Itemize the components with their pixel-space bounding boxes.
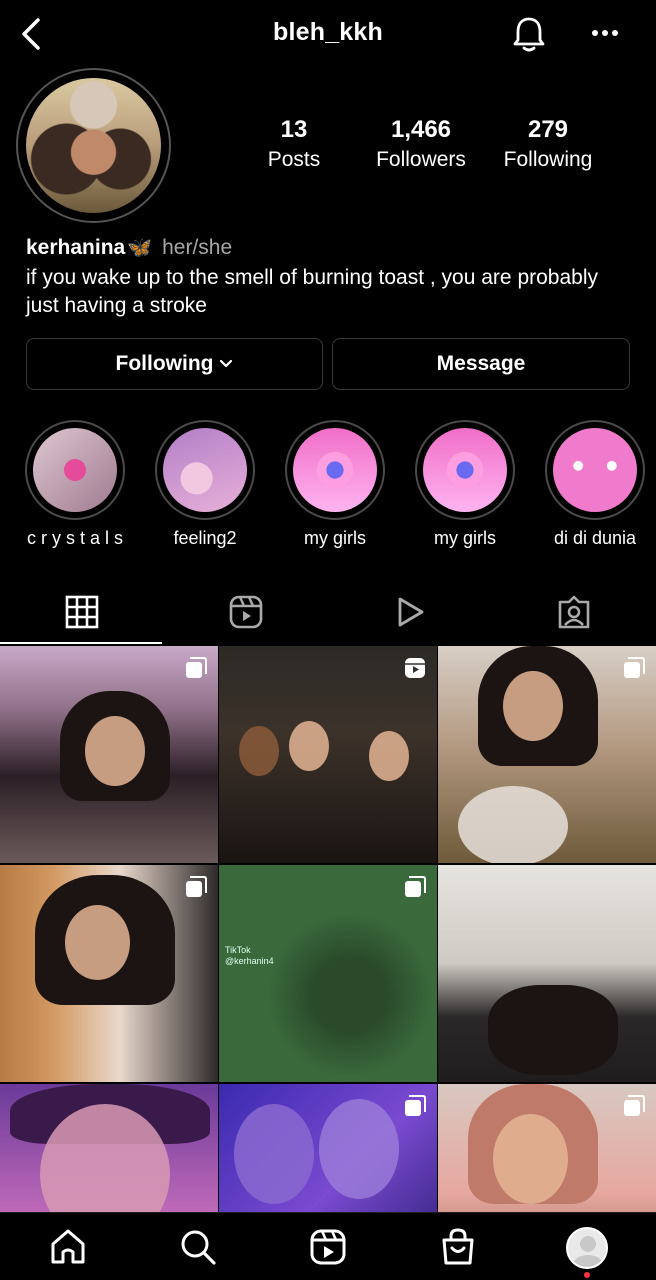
post-thumbnail[interactable] — [438, 646, 656, 863]
tab-reels[interactable] — [164, 580, 328, 644]
photo-face — [239, 726, 279, 776]
profile-avatar-ring[interactable] — [16, 68, 171, 223]
tiktok-watermark: TikTok @kerhanin4 — [225, 945, 274, 967]
followers-count: 1,466 — [390, 116, 452, 143]
reels-icon — [229, 595, 263, 629]
tiktok-handle: @kerhanin4 — [225, 956, 274, 966]
tab-posts[interactable] — [0, 580, 164, 644]
bottom-navigation — [0, 1212, 656, 1280]
tiktok-label: TikTok — [225, 945, 251, 955]
pronouns: her/she — [162, 236, 233, 259]
following-button-label: Following — [115, 352, 214, 375]
highlight-label: di di dunia — [553, 528, 637, 548]
highlight-item[interactable]: di di dunia — [540, 420, 650, 549]
highlight-label: feeling2 — [173, 528, 237, 548]
highlight-ring — [155, 420, 255, 520]
highlight-item[interactable]: my girls — [410, 420, 520, 549]
highlight-ring — [545, 420, 645, 520]
highlight-item[interactable]: c r y s t a l s — [20, 420, 130, 549]
highlight-ring — [285, 420, 385, 520]
highlight-cover — [163, 428, 247, 512]
photo-face — [234, 1104, 314, 1204]
followers-stat[interactable]: 1,466 Followers — [361, 115, 481, 175]
photo-face — [65, 905, 130, 980]
plush-toy — [458, 786, 568, 863]
posts-label: Posts — [267, 148, 321, 171]
profile-nav-tab[interactable] — [566, 1227, 608, 1269]
carousel-icon — [405, 1095, 426, 1116]
tab-tagged[interactable] — [492, 580, 656, 644]
photo-face — [319, 1099, 399, 1199]
posts-count: 13 — [280, 116, 308, 143]
butterfly-emoji: 🦋 — [127, 237, 153, 259]
profile-avatar — [26, 78, 161, 213]
profile-username: bleh_kkh — [273, 18, 383, 46]
carousel-icon — [186, 657, 207, 678]
highlight-ring — [25, 420, 125, 520]
reels-nav-icon[interactable] — [308, 1227, 348, 1267]
carousel-icon — [624, 657, 645, 678]
notification-dot — [584, 1272, 590, 1278]
profile-avatar-icon — [566, 1227, 608, 1269]
active-tab-indicator — [0, 642, 162, 644]
highlight-label: c r y s t a l s — [26, 528, 123, 548]
post-thumbnail[interactable]: TikTok @kerhanin4 — [219, 865, 437, 1082]
photo-face — [289, 721, 329, 771]
highlight-label: my girls — [304, 528, 366, 548]
highlight-item[interactable]: feeling2 — [150, 420, 260, 549]
play-icon — [398, 597, 424, 627]
posts-stat[interactable]: 13 Posts — [234, 115, 354, 175]
highlight-cover — [33, 428, 117, 512]
story-highlights: c r y s t a l s feeling2 my girls my gir… — [0, 420, 656, 560]
highlight-ring — [415, 420, 515, 520]
posts-grid: TikTok @kerhanin4 — [0, 646, 656, 1212]
reel-icon — [405, 658, 425, 678]
message-button-label: Message — [436, 352, 526, 375]
chevron-down-icon — [220, 359, 233, 368]
top-bar: bleh_kkh — [0, 0, 656, 68]
highlight-cover — [553, 428, 637, 512]
bio-text: if you wake up to the smell of burning t… — [26, 266, 598, 317]
grid-icon — [65, 595, 99, 629]
carousel-icon — [405, 876, 426, 897]
highlight-item[interactable]: my girls — [280, 420, 390, 549]
shop-icon[interactable] — [438, 1227, 478, 1267]
tab-videos[interactable] — [328, 580, 492, 644]
tagged-icon — [558, 595, 590, 629]
more-options-icon[interactable] — [588, 18, 622, 48]
carousel-icon — [624, 1095, 645, 1116]
profile-tabs — [0, 580, 656, 646]
message-button[interactable]: Message — [332, 338, 630, 390]
home-icon[interactable] — [48, 1227, 88, 1267]
photo-face — [493, 1114, 568, 1204]
following-button[interactable]: Following — [26, 338, 323, 390]
highlight-cover — [293, 428, 377, 512]
post-thumbnail[interactable] — [438, 1084, 656, 1212]
post-thumbnail[interactable] — [0, 1084, 218, 1212]
post-thumbnail[interactable] — [0, 646, 218, 863]
photo-subject — [488, 985, 618, 1075]
highlight-cover — [423, 428, 507, 512]
carousel-icon — [186, 876, 207, 897]
post-thumbnail[interactable] — [219, 1084, 437, 1212]
following-label: Following — [503, 148, 593, 171]
photo-face — [85, 716, 145, 786]
post-thumbnail[interactable] — [219, 646, 437, 863]
photo-face — [503, 671, 563, 741]
following-count: 279 — [527, 116, 569, 143]
post-thumbnail[interactable] — [0, 865, 218, 1082]
following-stat[interactable]: 279 Following — [488, 115, 608, 175]
name-row: kerhanina 🦋 her/she — [26, 234, 636, 262]
display-name: kerhanina — [26, 236, 126, 259]
profile-bio: kerhanina 🦋 her/she if you wake up to the … — [26, 234, 636, 320]
highlight-label: my girls — [434, 528, 496, 548]
post-thumbnail[interactable] — [438, 865, 656, 1082]
bell-icon[interactable] — [510, 14, 548, 54]
search-icon[interactable] — [178, 1227, 218, 1267]
photo-face — [369, 731, 409, 781]
followers-label: Followers — [376, 148, 466, 171]
